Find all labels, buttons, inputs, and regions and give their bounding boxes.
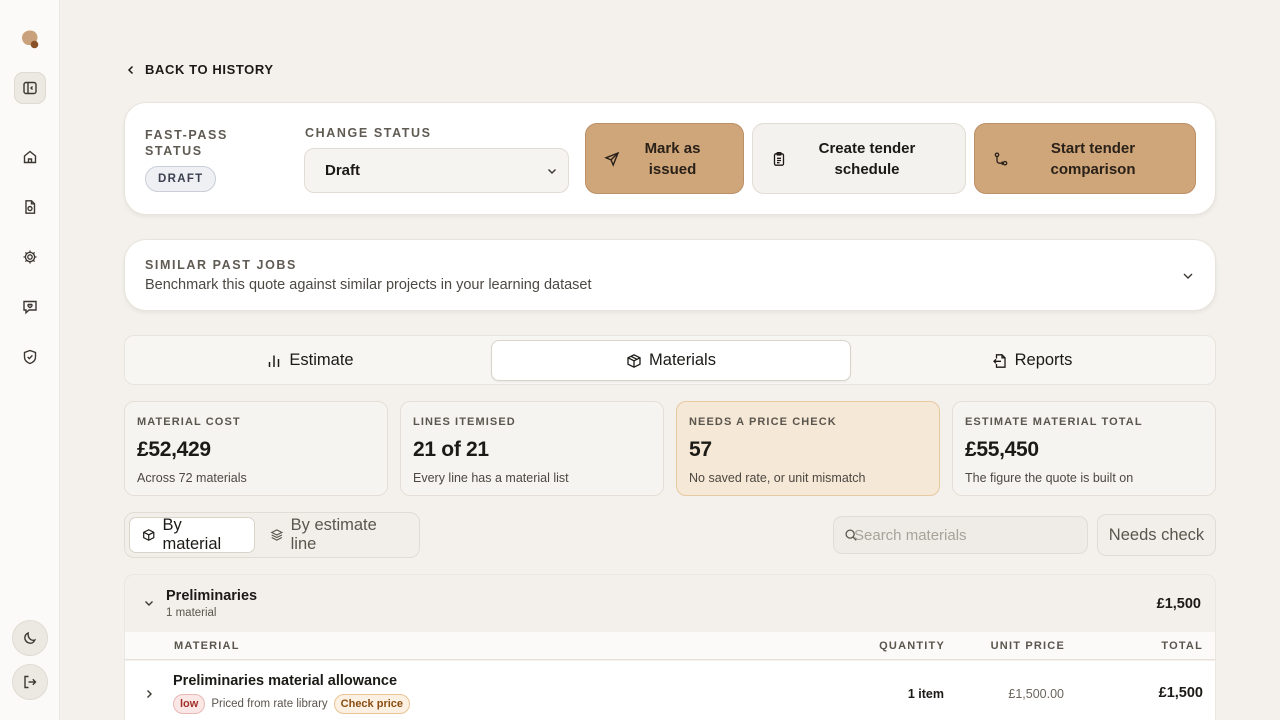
by-estimate-line-label: By estimate line bbox=[290, 516, 377, 553]
document-icon bbox=[25, 200, 36, 214]
shield-icon bbox=[23, 349, 37, 365]
similar-past-jobs-panel[interactable]: SIMILAR PAST JOBS Benchmark this quote a… bbox=[124, 239, 1216, 311]
stat-card-estimate-material-total: ESTIMATE MATERIAL TOTAL £55,450 The figu… bbox=[952, 401, 1216, 496]
by-material-button[interactable]: By material bbox=[129, 516, 255, 553]
create-tender-schedule-button[interactable]: Create tender schedule bbox=[752, 123, 966, 194]
documents-button[interactable] bbox=[14, 191, 46, 223]
tab-estimate[interactable]: Estimate bbox=[129, 340, 491, 381]
material-meta: low Priced from rate library Check price bbox=[173, 694, 411, 714]
feedback-button[interactable] bbox=[14, 291, 46, 323]
security-button[interactable] bbox=[14, 341, 46, 373]
stat-value: 21 of 21 bbox=[413, 438, 489, 461]
chevron-down-icon bbox=[1183, 273, 1193, 279]
status-card: FAST-PASS STATUS DRAFT CHANGE STATUS Dra… bbox=[124, 102, 1216, 215]
stat-label: NEEDS A PRICE CHECK bbox=[689, 416, 837, 428]
create-tender-schedule-label: Create tender schedule bbox=[818, 139, 916, 178]
check-price-badge[interactable]: Check price bbox=[333, 694, 411, 714]
column-header-material: MATERIAL bbox=[174, 640, 240, 652]
table-header: MATERIAL QUANTITY UNIT PRICE TOTAL bbox=[125, 632, 1215, 660]
chevron-down-icon[interactable] bbox=[143, 597, 155, 609]
chat-icon bbox=[23, 300, 37, 315]
bar-chart-icon bbox=[269, 355, 280, 367]
by-material-label: By material bbox=[162, 516, 222, 553]
price-source: Priced from rate library bbox=[211, 698, 328, 710]
total-cell: £1,500 bbox=[1158, 685, 1203, 701]
tab-materials-label: Materials bbox=[649, 351, 716, 369]
sidebar bbox=[0, 0, 60, 720]
logo-icon bbox=[21, 30, 39, 49]
chevron-right-icon[interactable] bbox=[143, 688, 155, 700]
stat-label: LINES ITEMISED bbox=[413, 416, 516, 428]
stat-card-material-cost: MATERIAL COST £52,429 Across 72 material… bbox=[124, 401, 388, 496]
unit-price-cell: £1,500.00 bbox=[1008, 687, 1064, 701]
fast-pass-status-label: FAST-PASS STATUS bbox=[145, 128, 228, 158]
stat-subtext: Every line has a material list bbox=[413, 471, 569, 485]
mark-as-issued-label: Mark as issued bbox=[644, 139, 701, 178]
theme-toggle-button[interactable] bbox=[12, 620, 48, 656]
change-status-label: CHANGE STATUS bbox=[305, 126, 432, 140]
home-button[interactable] bbox=[14, 141, 46, 173]
stat-subtext: The figure the quote is built on bbox=[965, 471, 1134, 485]
group-title: Preliminaries bbox=[166, 588, 258, 604]
stat-value: £52,429 bbox=[137, 438, 211, 461]
stat-card-needs-price-check[interactable]: NEEDS A PRICE CHECK 57 No saved rate, or… bbox=[676, 401, 940, 496]
search-input[interactable] bbox=[854, 526, 1074, 544]
needs-check-filter-button[interactable]: Needs check bbox=[1097, 514, 1216, 556]
material-group-preliminaries: Preliminaries 1 material £1,500 MATERIAL… bbox=[124, 574, 1216, 720]
status-select[interactable]: Draft bbox=[304, 148, 569, 193]
group-count: 1 material bbox=[166, 607, 217, 619]
stat-subtext: Across 72 materials bbox=[137, 471, 247, 485]
confidence-badge: low bbox=[173, 694, 206, 714]
quantity-cell: 1 item bbox=[907, 687, 944, 701]
home-icon bbox=[23, 150, 37, 164]
material-name: Preliminaries material allowance bbox=[173, 673, 398, 689]
status-select-value: Draft bbox=[325, 162, 361, 179]
chevron-down-icon bbox=[548, 168, 556, 174]
package-icon bbox=[627, 353, 641, 368]
clipboard-icon bbox=[773, 151, 785, 166]
send-icon bbox=[604, 151, 620, 167]
chevron-left-icon bbox=[127, 65, 134, 74]
moon-icon bbox=[24, 632, 37, 644]
layers-icon bbox=[270, 529, 284, 541]
stat-label: MATERIAL COST bbox=[137, 416, 241, 428]
tab-materials[interactable]: Materials bbox=[491, 340, 851, 381]
start-tender-comparison-button[interactable]: Start tender comparison bbox=[974, 123, 1196, 194]
stat-label: ESTIMATE MATERIAL TOTAL bbox=[965, 416, 1143, 428]
stat-subtext: No saved rate, or unit mismatch bbox=[689, 471, 866, 485]
similar-past-jobs-title: SIMILAR PAST JOBS bbox=[145, 258, 297, 272]
settings-icon bbox=[23, 250, 37, 264]
panel-toggle-icon bbox=[23, 81, 37, 95]
table-row[interactable]: Preliminaries material allowance low Pri… bbox=[125, 661, 1215, 720]
similar-past-jobs-subtitle: Benchmark this quote against similar pro… bbox=[145, 277, 592, 293]
column-header-total: TOTAL bbox=[1161, 640, 1203, 652]
column-header-unit-price: UNIT PRICE bbox=[990, 640, 1065, 652]
package-icon bbox=[143, 529, 155, 541]
status-badge: DRAFT bbox=[145, 166, 217, 192]
view-toggle: By material By estimate line bbox=[124, 512, 420, 558]
back-label: BACK TO HISTORY bbox=[145, 62, 274, 77]
tab-bar: Estimate Materials Reports bbox=[124, 335, 1216, 385]
mark-as-issued-button[interactable]: Mark as issued bbox=[585, 123, 744, 194]
group-total: £1,500 bbox=[1156, 596, 1201, 612]
tab-estimate-label: Estimate bbox=[289, 351, 354, 369]
back-to-history-link[interactable]: BACK TO HISTORY bbox=[125, 62, 274, 77]
stat-value: £55,450 bbox=[965, 438, 1039, 461]
file-export-icon bbox=[992, 353, 1006, 368]
logout-icon bbox=[24, 675, 37, 689]
search-box bbox=[833, 516, 1088, 554]
column-header-quantity: QUANTITY bbox=[879, 640, 945, 652]
tab-reports-label: Reports bbox=[1014, 351, 1073, 369]
stat-value: 57 bbox=[689, 438, 712, 461]
start-tender-comparison-label: Start tender comparison bbox=[1050, 139, 1136, 178]
compare-icon bbox=[994, 151, 1008, 166]
stat-card-lines-itemised: LINES ITEMISED 21 of 21 Every line has a… bbox=[400, 401, 664, 496]
logout-button[interactable] bbox=[12, 664, 48, 700]
settings-button[interactable] bbox=[14, 241, 46, 273]
tab-reports[interactable]: Reports bbox=[851, 340, 1213, 381]
by-estimate-line-button[interactable]: By estimate line bbox=[258, 516, 416, 553]
panel-toggle-button[interactable] bbox=[14, 72, 46, 104]
